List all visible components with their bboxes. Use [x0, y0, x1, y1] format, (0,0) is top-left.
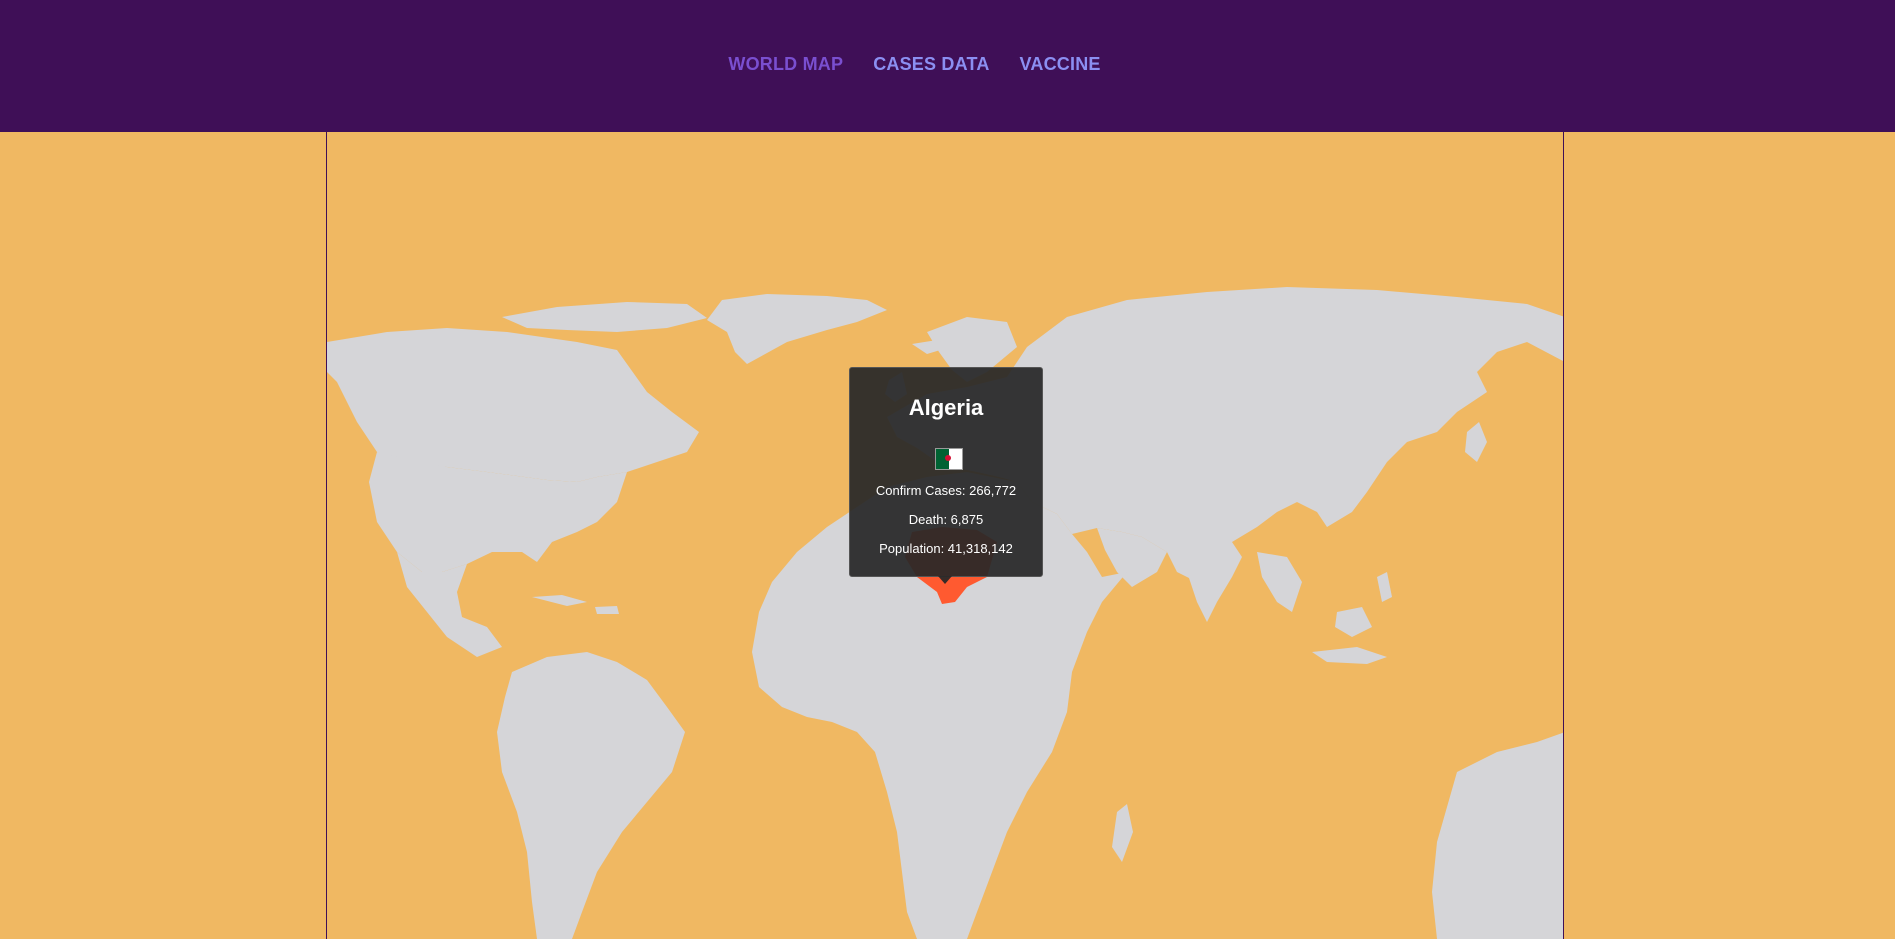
country-borneo[interactable] — [1335, 607, 1372, 637]
tooltip-confirm-cases: Confirm Cases: 266,772 — [875, 483, 1017, 498]
country-cuba[interactable] — [532, 595, 587, 606]
country-australia[interactable] — [1432, 732, 1564, 939]
nav-cases-data[interactable]: CASES DATA — [873, 54, 989, 75]
country-philippines[interactable] — [1377, 572, 1392, 602]
country-hispaniola[interactable] — [595, 606, 619, 614]
tooltip-country-name: Algeria — [908, 395, 984, 420]
nav-vaccine[interactable]: VACCINE — [1020, 54, 1101, 75]
nav-world-map[interactable]: WORLD MAP — [728, 54, 843, 75]
country-canada-islands[interactable] — [502, 302, 707, 332]
country-south-america[interactable] — [497, 652, 685, 939]
country-greenland[interactable] — [707, 294, 887, 364]
header-bar: WORLD MAP CASES DATA VACCINE — [0, 0, 1895, 132]
tooltip-population: Population: 41,318,142 — [879, 541, 1013, 556]
country-tooltip: Algeria Confirm Cases: 266,772 Death: 6,… — [849, 367, 1043, 577]
tooltip-arrow — [938, 576, 952, 584]
country-india[interactable] — [1185, 537, 1242, 622]
country-indonesia[interactable] — [1312, 647, 1387, 664]
algeria-flag-icon — [935, 448, 963, 470]
country-japan[interactable] — [1465, 422, 1487, 462]
main-nav: WORLD MAP CASES DATA VACCINE — [0, 54, 1862, 75]
country-madagascar[interactable] — [1112, 804, 1133, 862]
tooltip-death: Death: 6,875 — [908, 512, 984, 527]
country-southeast-asia[interactable] — [1257, 552, 1302, 612]
